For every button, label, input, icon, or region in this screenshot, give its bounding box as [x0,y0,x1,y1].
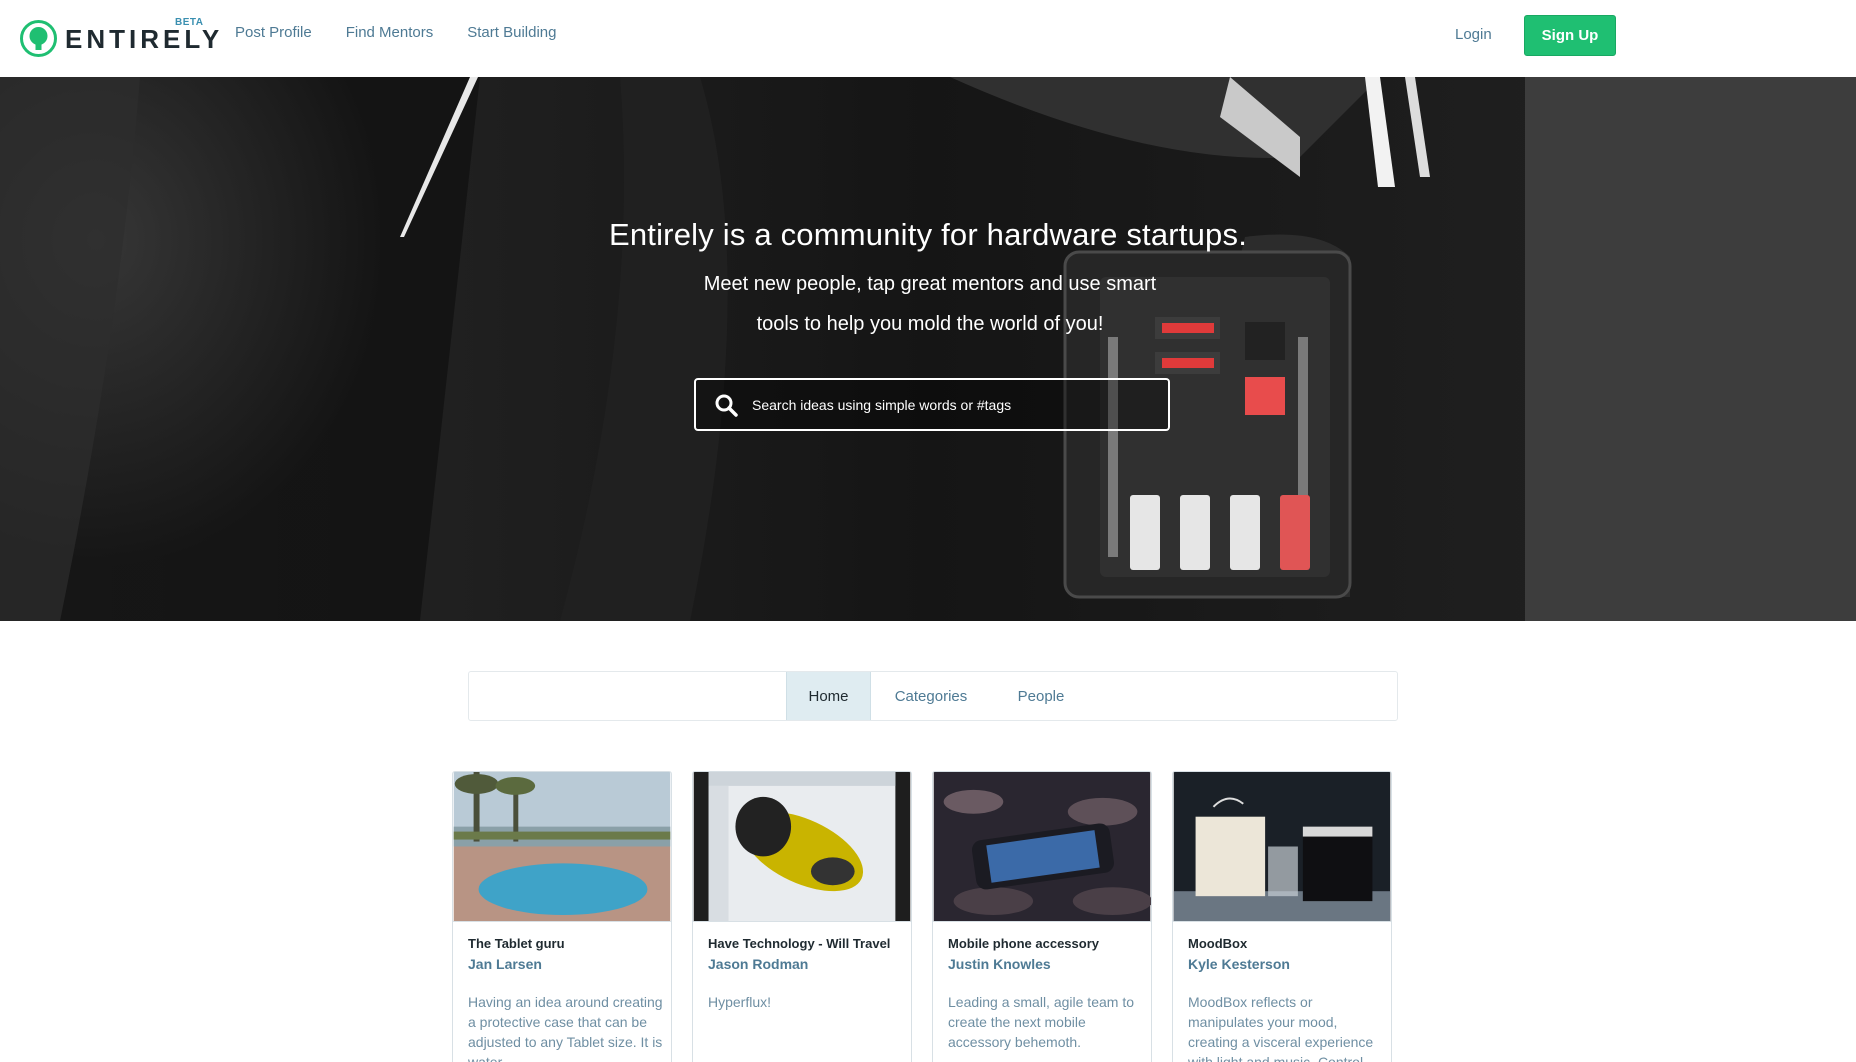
tab-home[interactable]: Home [786,672,871,720]
cad-model-thumbnail [693,772,911,922]
beta-badge: BETA [175,17,204,28]
search-input[interactable] [752,396,1152,413]
project-card[interactable]: Mobile phone accessory Justin Knowles Le… [932,771,1152,1062]
card-title[interactable]: MoodBox [1188,936,1247,951]
project-card-grid: The Tablet guru Jan Larsen Having an ide… [452,771,1392,1062]
phone-photo-thumbnail [933,772,1151,922]
search-bar[interactable] [694,378,1170,431]
nav-post-profile[interactable]: Post Profile [235,24,312,41]
lightbulb-logo-icon [20,19,57,57]
nav-find-mentors[interactable]: Find Mentors [346,24,434,41]
card-description: Hyperflux! [708,994,772,1010]
tab-categories[interactable]: Categories [871,672,991,720]
content-tabs: Home Categories People [468,671,1398,721]
card-description: Leading a small, agile team to create th… [948,994,1134,1050]
moodbox-photo-thumbnail [1173,772,1391,922]
project-card[interactable]: The Tablet guru Jan Larsen Having an ide… [452,771,672,1062]
card-description: Having an idea around creating a protect… [468,994,663,1062]
signup-button[interactable]: Sign Up [1524,15,1616,56]
nav-start-building[interactable]: Start Building [467,24,556,41]
project-card[interactable]: MoodBox Kyle Kesterson MoodBox reflects … [1172,771,1392,1062]
card-author[interactable]: Jason Rodman [708,956,808,972]
card-description: MoodBox reflects or manipulates your moo… [1188,994,1374,1062]
card-author[interactable]: Justin Knowles [948,956,1051,972]
card-title[interactable]: Have Technology - Will Travel [708,936,890,951]
site-header: ENTIRELY BETA Post Profile Find Mentors … [0,0,1856,77]
tab-people[interactable]: People [991,672,1091,720]
hero-background-image [0,77,1856,621]
brand-name: ENTIRELY [65,23,224,54]
card-title[interactable]: The Tablet guru [468,936,565,951]
hero-title: Entirely is a community for hardware sta… [608,217,1248,252]
search-icon [715,394,738,417]
pool-photo-thumbnail [453,772,671,922]
card-title[interactable]: Mobile phone accessory [948,936,1099,951]
hero-banner: Entirely is a community for hardware sta… [0,77,1856,621]
card-author[interactable]: Kyle Kesterson [1188,956,1290,972]
project-card[interactable]: Have Technology - Will Travel Jason Rodm… [692,771,912,1062]
hero-subtitle: Meet new people, tap great mentors and u… [703,273,1157,335]
login-link[interactable]: Login [1455,26,1492,43]
card-author[interactable]: Jan Larsen [468,956,542,972]
main-nav: Post Profile Find Mentors Start Building [235,24,590,41]
